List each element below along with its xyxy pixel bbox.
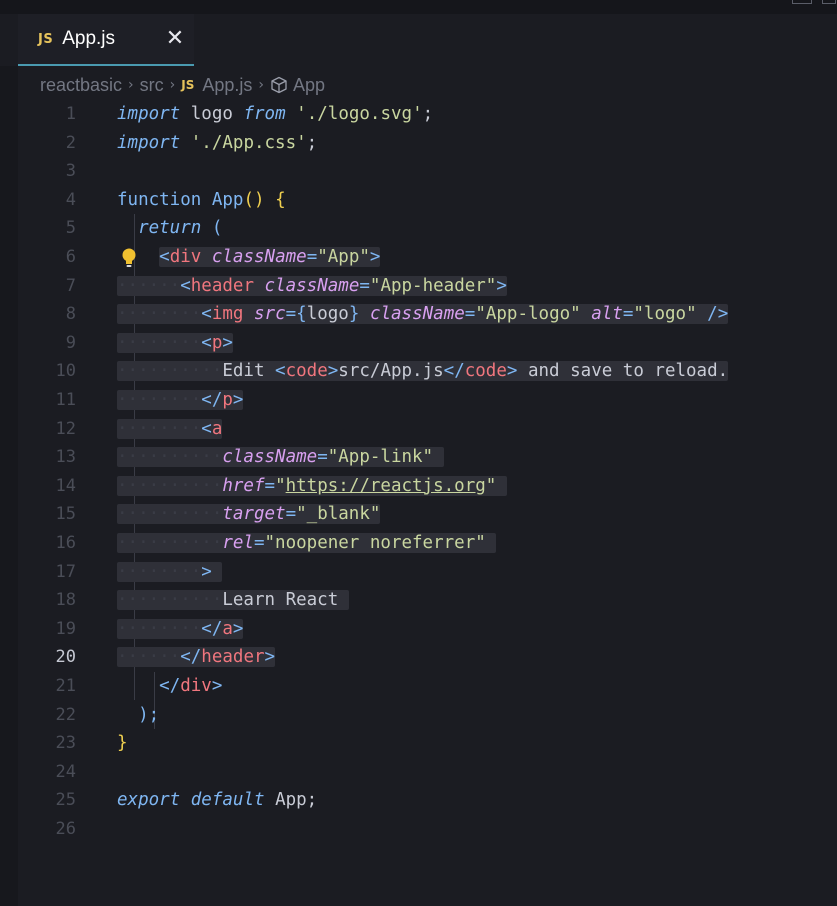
code-text: import './App.css';: [117, 132, 318, 153]
code-text: import logo from './logo.svg';: [117, 104, 434, 124]
code-line: 1 import logo from './logo.svg';: [18, 100, 837, 129]
code-line: 25 export default App;: [18, 786, 837, 815]
line-number: 8: [65, 304, 76, 325]
chevron-right-icon: ›: [169, 77, 176, 93]
breadcrumb-item-folder[interactable]: reactbasic: [40, 75, 122, 96]
code-text: ········<p>: [117, 332, 233, 353]
line-number: 10: [55, 361, 76, 382]
code-line: 26: [18, 815, 837, 844]
line-number: 12: [55, 418, 76, 439]
code-line: 24: [18, 758, 837, 787]
line-number: 25: [55, 790, 76, 811]
code-line: 14 ··········href="https://reactjs.org": [18, 472, 837, 501]
line-number: 1: [65, 104, 76, 124]
js-file-icon: JS: [181, 78, 195, 92]
code-line: 10 ··········Edit <code>src/App.js</code…: [18, 357, 837, 386]
code-line: 4 function App() {: [18, 186, 837, 215]
code-line: 16 ··········rel="noopener noreferrer": [18, 529, 837, 558]
line-number: 18: [55, 590, 76, 611]
code-line: 3: [18, 157, 837, 186]
code-text: ··········Edit <code>src/App.js</code> a…: [117, 361, 729, 382]
breadcrumb-item-folder[interactable]: src: [140, 75, 164, 96]
line-number: 5: [65, 218, 76, 239]
code-line: 2 import './App.css';: [18, 129, 837, 158]
code-text: return (: [138, 218, 223, 239]
code-text: function App() {: [117, 189, 286, 210]
tab-title: App.js: [62, 28, 116, 49]
code-line: 15 ··········target="_blank": [18, 500, 837, 529]
line-number: 23: [55, 733, 76, 754]
code-text: ··········href="https://reactjs.org": [117, 472, 507, 501]
code-text: ········<a: [117, 418, 223, 439]
cube-symbol-icon: [270, 76, 288, 94]
line-number: 26: [55, 819, 76, 839]
code-text: ······</header>: [117, 647, 276, 668]
line-number: 15: [55, 504, 76, 525]
chevron-right-icon: ›: [258, 77, 265, 93]
code-line: 17 ········>: [18, 558, 837, 587]
code-line: 7 ······<header className="App-header">: [18, 272, 837, 301]
line-number: 4: [65, 189, 76, 210]
breadcrumb-item-file[interactable]: App.js: [202, 75, 252, 96]
code-line: 18 ··········Learn React: [18, 586, 837, 615]
code-text: }: [117, 733, 128, 754]
code-line: 6 <div className="App">: [18, 243, 837, 272]
line-number: 6: [65, 247, 76, 267]
line-number: 21: [55, 676, 76, 696]
code-line: 19 ········</a>: [18, 615, 837, 644]
code-line: 12 ········<a: [18, 415, 837, 444]
line-number: 17: [55, 561, 76, 582]
code-line: 9 ········<p>: [18, 329, 837, 358]
url-link[interactable]: https://reactjs.org: [286, 476, 486, 496]
code-line: 8 ········<img src={logo} className="App…: [18, 300, 837, 329]
window-control-icon[interactable]: [792, 0, 812, 4]
js-file-icon: JS: [38, 31, 54, 47]
code-line-active: 20 ······</header>: [18, 643, 837, 672]
line-number: 3: [65, 161, 76, 182]
code-line: 21 </div>: [18, 672, 837, 701]
code-line: 11 ········</p>: [18, 386, 837, 415]
line-number: 11: [55, 390, 76, 410]
line-number: 7: [65, 275, 76, 296]
close-icon[interactable]: ✕: [164, 27, 186, 51]
code-line: 13 ··········className="App-link": [18, 443, 837, 472]
window-control-icon[interactable]: [822, 0, 836, 4]
code-line: 5 return (: [18, 214, 837, 243]
line-number: 20: [55, 647, 76, 668]
tab-bar: JS App.js ✕: [18, 14, 837, 66]
code-text: ········</p>: [117, 390, 244, 410]
activity-edge: [0, 66, 18, 906]
line-number: 24: [55, 761, 76, 782]
code-text: ········</a>: [117, 618, 244, 639]
code-text: ········<img src={logo} className="App-l…: [117, 304, 729, 325]
code-text: ··········Learn React: [117, 586, 349, 615]
breadcrumb: reactbasic › src › JS App.js › App: [40, 72, 325, 98]
tab-app-js[interactable]: JS App.js ✕: [18, 14, 194, 66]
editor-window: JS App.js ✕ reactbasic › src › JS App.js…: [0, 0, 837, 906]
code-line: 23 }: [18, 729, 837, 758]
title-bar: [0, 0, 837, 14]
code-text: export default App;: [117, 790, 318, 811]
code-text: ········>: [117, 558, 223, 587]
line-number: 9: [65, 332, 76, 353]
chevron-right-icon: ›: [128, 77, 134, 93]
breadcrumb-item-symbol[interactable]: App: [293, 75, 325, 96]
code-line: 22 );: [18, 701, 837, 730]
code-text: ······<header className="App-header">: [117, 275, 507, 296]
line-number: 2: [65, 132, 76, 153]
line-number: 16: [55, 533, 76, 553]
code-text: </div>: [159, 676, 223, 696]
code-text: <div className="App">: [159, 247, 381, 267]
code-text: );: [138, 704, 160, 725]
line-number: 22: [55, 704, 76, 725]
line-number: 19: [55, 618, 76, 639]
code-editor[interactable]: 1 import logo from './logo.svg'; 2 impor…: [18, 100, 837, 906]
code-text: ··········target="_blank": [117, 504, 381, 525]
code-text: ··········rel="noopener noreferrer": [117, 529, 497, 558]
line-number: 14: [55, 475, 76, 496]
line-number: 13: [55, 447, 76, 468]
code-text: ··········className="App-link": [117, 443, 444, 472]
